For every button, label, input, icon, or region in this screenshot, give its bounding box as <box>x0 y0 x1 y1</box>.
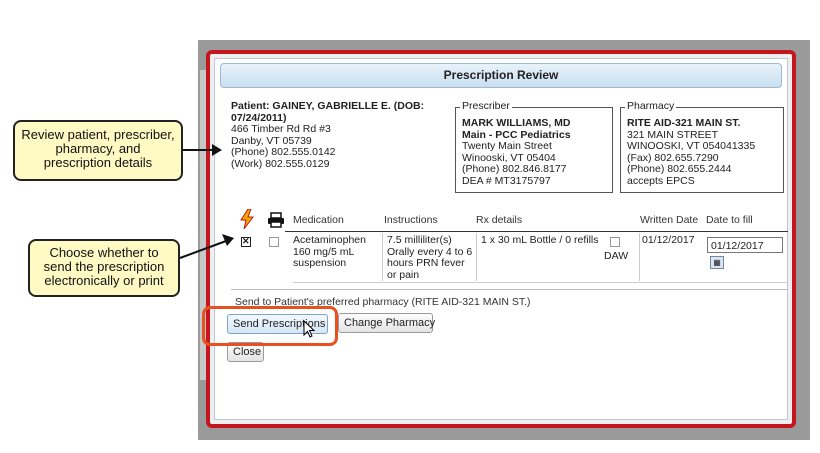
patient-work-phone: (Work) 802.555.0129 <box>231 157 330 170</box>
prescriber-fieldset: Prescriber MARK WILLIAMS, MD Main - PCC … <box>455 100 613 193</box>
column-separator <box>639 233 640 281</box>
change-pharmacy-button[interactable]: Change Pharmacy <box>338 313 435 333</box>
review-callout: Review patient, prescriber, pharmacy, an… <box>13 120 183 181</box>
section-divider <box>231 289 788 290</box>
choose-callout: Choose whether to send the prescription … <box>28 239 180 297</box>
header-instructions: Instructions <box>384 214 438 226</box>
pharmacy-legend: Pharmacy <box>625 100 677 113</box>
table-header-line <box>285 231 788 232</box>
lightning-icon[interactable] <box>239 209 255 229</box>
prescriber-legend: Prescriber <box>460 100 512 113</box>
prescriber-street: Twenty Main Street <box>462 140 552 152</box>
daw-label: DAW <box>604 250 629 262</box>
pharmacy-fieldset: Pharmacy RITE AID-321 MAIN ST. 321 MAIN … <box>620 100 784 193</box>
pharmacy-epcs: accepts EPCS <box>627 174 695 187</box>
erx-checkbox[interactable] <box>241 236 251 247</box>
header-written-date: Written Date <box>640 214 699 226</box>
pharmacy-city: WINOOSKI, VT 054041335 <box>627 140 756 152</box>
row-rx-details: 1 x 30 mL Bottle / 0 refills <box>481 234 599 246</box>
patient-name: Patient: GAINEY, GABRIELLE E. (DOB: 07/2… <box>231 100 425 124</box>
row-medication: Acetaminophen 160 mg/5 mL suspension <box>293 234 366 269</box>
prescriber-dea: DEA # MT3175797 <box>462 174 551 187</box>
calendar-icon[interactable]: ▦ <box>710 256 724 269</box>
table-row-line <box>293 282 788 283</box>
patient-phone: (Phone) 802.555.0142 <box>231 146 336 158</box>
dialog-body: Prescription Review Patient: GAINEY, GAB… <box>214 58 788 420</box>
prescription-review-dialog: Prescription Review Patient: GAINEY, GAB… <box>206 50 796 428</box>
column-separator <box>382 233 383 281</box>
daw-checkbox[interactable] <box>610 237 620 247</box>
row-written-date: 01/12/2017 <box>642 234 695 246</box>
pharmacy-name: RITE AID-321 MAIN ST. <box>627 117 741 129</box>
pharmacy-phone: (Phone) 802.655.2444 <box>627 163 732 175</box>
date-to-fill-input[interactable]: 01/12/2017 <box>707 237 783 253</box>
column-separator <box>476 233 477 281</box>
header-date-to-fill: Date to fill <box>706 214 753 226</box>
row-instructions: 7.5 milliliter(s) Orally every 4 to 6 ho… <box>387 234 473 281</box>
header-rx-details: Rx details <box>476 214 523 226</box>
prescriber-name: MARK WILLIAMS, MD <box>462 117 571 129</box>
send-button-highlight <box>202 306 338 346</box>
dialog-title: Prescription Review <box>220 63 782 88</box>
print-checkbox[interactable] <box>269 237 279 247</box>
patient-info: Patient: GAINEY, GABRIELLE E. (DOB: 07/2… <box>231 100 431 170</box>
printer-icon[interactable] <box>267 212 285 228</box>
mouse-cursor-icon <box>303 320 315 338</box>
patient-address1: 466 Timber Rd Rd #3 <box>231 123 331 135</box>
header-medication: Medication <box>293 214 344 226</box>
prescriber-phone: (Phone) 802.846.8177 <box>462 163 567 175</box>
